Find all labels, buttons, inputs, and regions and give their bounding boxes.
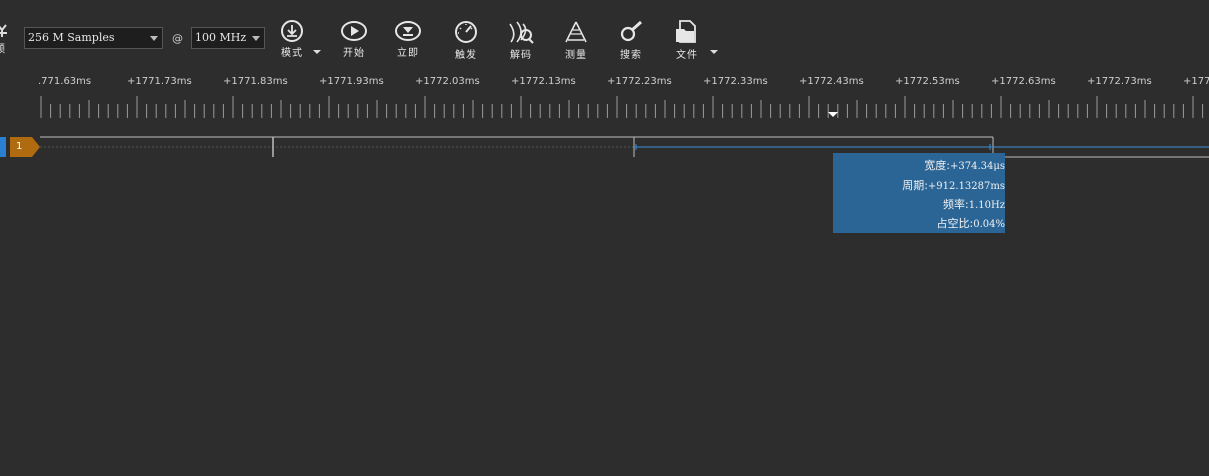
decode-label: 解码 — [510, 50, 532, 61]
at-symbol: @ — [172, 32, 183, 45]
ruler-ticks — [40, 96, 1204, 118]
instant-icon — [395, 21, 421, 41]
trigger-button[interactable]: 触发 — [450, 20, 482, 62]
ruler-label: +1772.33ms — [703, 76, 768, 87]
trigger-marker-icon[interactable] — [828, 112, 838, 117]
search-label: 搜索 — [620, 50, 642, 61]
ruler-label: +1772.53ms — [895, 76, 960, 87]
measure-button[interactable]: 测量 — [560, 20, 592, 62]
file-label: 文件 — [676, 50, 698, 61]
measure-duty-value: 0.04% — [973, 219, 1005, 230]
measure-freq-row: 频率:1.10Hz — [943, 196, 1005, 212]
left-toolbar-label: 频 — [0, 40, 5, 56]
sample-rate-value: 100 MHz — [195, 31, 247, 44]
measure-duty-label: 占空比: — [936, 217, 974, 230]
measure-freq-label: 频率: — [943, 198, 969, 211]
toolbar: 频 256 M Samples @ 100 MHz 模式 开始 立即 — [0, 0, 1209, 66]
sample-rate-select[interactable]: 100 MHz — [191, 27, 265, 49]
collect-icon — [0, 24, 7, 37]
mode-icon — [281, 20, 303, 42]
ruler-label: +1771.73ms — [127, 76, 192, 87]
measure-label: 测量 — [565, 50, 587, 61]
ruler-label: +1772.23ms — [607, 76, 672, 87]
mode-dropdown-icon[interactable] — [313, 50, 321, 54]
waveform-trace[interactable] — [0, 130, 1209, 170]
measure-width-value: +374.34μs — [950, 161, 1005, 172]
measurement-popup: 宽度:+374.34μs 周期:+912.13287ms 频率:1.10Hz 占… — [833, 153, 1005, 233]
ruler-label: +1771.93ms — [319, 76, 384, 87]
chevron-down-icon — [150, 36, 158, 41]
ruler-label: +1772.13ms — [511, 76, 576, 87]
mode-button[interactable]: 模式 — [276, 20, 308, 62]
ruler-label: +1772.43ms — [799, 76, 864, 87]
ruler-label: .771.63ms — [38, 76, 92, 87]
play-icon — [341, 21, 367, 41]
search-button[interactable]: 搜索 — [615, 20, 647, 62]
ruler-label: +1772.63ms — [991, 76, 1056, 87]
sample-depth-value: 256 M Samples — [28, 31, 115, 44]
chevron-down-icon — [252, 36, 260, 41]
ruler-label: +1772.03ms — [415, 76, 480, 87]
left-toolbar-item[interactable]: 频 — [0, 24, 8, 56]
measure-width-row: 宽度:+374.34μs — [924, 157, 1005, 173]
start-button[interactable]: 开始 — [338, 20, 370, 62]
measure-period-row: 周期:+912.13287ms — [902, 177, 1005, 193]
file-icon — [676, 20, 696, 43]
trigger-gauge-icon — [455, 21, 477, 43]
measure-icon — [565, 21, 587, 43]
ruler-label: +1772.73ms — [1087, 76, 1152, 87]
measure-duty-row: 占空比:0.04% — [937, 215, 1006, 231]
decode-button[interactable]: 解码 — [505, 20, 537, 62]
measure-width-label: 宽度: — [924, 159, 950, 172]
decode-icon — [509, 21, 534, 44]
ruler-label: +1772 — [1183, 76, 1209, 87]
time-ruler[interactable]: .771.63ms +1771.73ms +1771.83ms +1771.93… — [0, 66, 1209, 122]
measure-freq-value: 1.10Hz — [968, 200, 1005, 211]
measure-period-label: 周期: — [902, 179, 928, 192]
search-icon — [620, 20, 642, 42]
mode-label: 模式 — [281, 48, 303, 59]
file-button[interactable]: 文件 — [671, 20, 703, 62]
start-label: 开始 — [343, 48, 365, 59]
trigger-label: 触发 — [455, 50, 477, 61]
file-dropdown-icon[interactable] — [710, 50, 718, 54]
instant-label: 立即 — [397, 48, 419, 59]
sample-depth-select[interactable]: 256 M Samples — [24, 27, 163, 49]
ruler-label: +1771.83ms — [223, 76, 288, 87]
measure-period-value: +912.13287ms — [927, 181, 1005, 192]
instant-button[interactable]: 立即 — [392, 20, 424, 62]
